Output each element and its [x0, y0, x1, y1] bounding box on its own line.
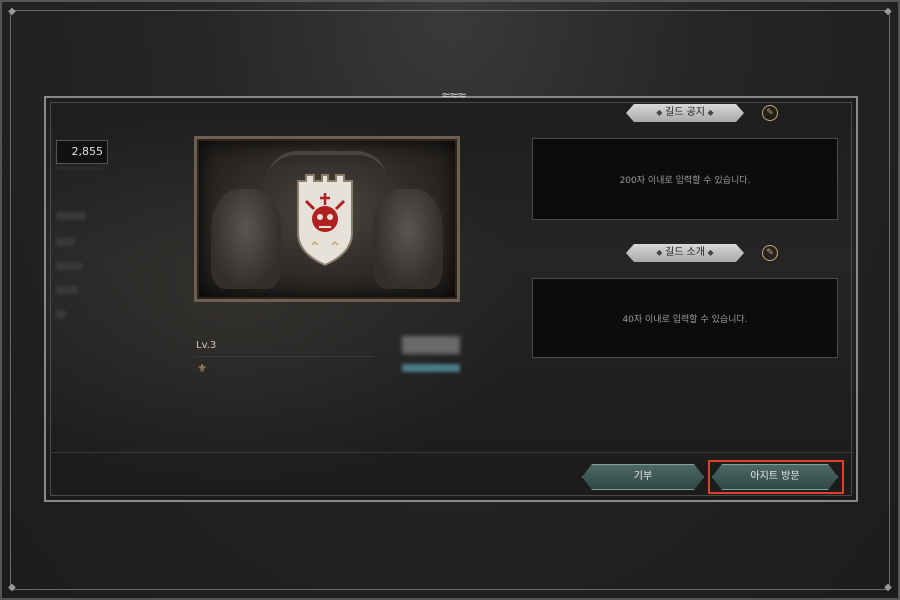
corner-ornament-icon: ◆: [884, 582, 892, 593]
pencil-icon[interactable]: ✎: [762, 245, 778, 261]
corner-ornament-icon: ◆: [8, 582, 16, 593]
corner-ornament-icon: ◆: [884, 6, 892, 17]
stat-value-box: 2,855: [56, 140, 108, 164]
divider: [194, 356, 374, 357]
rank-crest-icon: ⚜: [197, 362, 207, 375]
knight-statue-right: [373, 189, 443, 289]
pencil-icon[interactable]: ✎: [762, 105, 778, 121]
stat-bar: [56, 166, 106, 170]
visit-hideout-button[interactable]: 아지트 방문: [712, 464, 838, 490]
knight-statue-left: [211, 189, 281, 289]
guild-window: ◆ ◆ ◆ ◆ 2,855 Lv.3 ⚜ ◆ 길드 공지 ◆ ✎ 200자 이내…: [0, 0, 900, 600]
blurred-text: [56, 310, 66, 318]
donate-button[interactable]: 기부: [582, 464, 704, 490]
corner-ornament-icon: ◆: [8, 6, 16, 17]
blurred-text: [56, 262, 82, 270]
top-ornament-icon: ≈≈≈: [440, 88, 467, 102]
blurred-guild-subtext: [402, 364, 460, 372]
guild-notice-box[interactable]: 200자 이내로 입력할 수 있습니다.: [532, 138, 838, 220]
blurred-guild-name: [402, 336, 460, 354]
guild-shield-icon: [292, 171, 358, 267]
guild-emblem-frame: [194, 136, 460, 302]
blurred-text: [56, 212, 86, 220]
guild-notice-title: ◆ 길드 공지 ◆: [626, 104, 744, 122]
guild-info-panel: 2,855 Lv.3 ⚜ ◆ 길드 공지 ◆ ✎ 200자 이내로 입력할 수 …: [44, 96, 858, 502]
guild-intro-box[interactable]: 40자 이내로 입력할 수 있습니다.: [532, 278, 838, 358]
blurred-text: [56, 238, 74, 246]
guild-intro-placeholder: 40자 이내로 입력할 수 있습니다.: [622, 314, 748, 325]
guild-notice-placeholder: 200자 이내로 입력할 수 있습니다.: [619, 175, 751, 186]
blurred-text: [56, 286, 78, 294]
footer-divider: [50, 452, 854, 453]
guild-level-label: Lv.3: [196, 340, 217, 351]
guild-intro-title: ◆ 길드 소개 ◆: [626, 244, 744, 262]
